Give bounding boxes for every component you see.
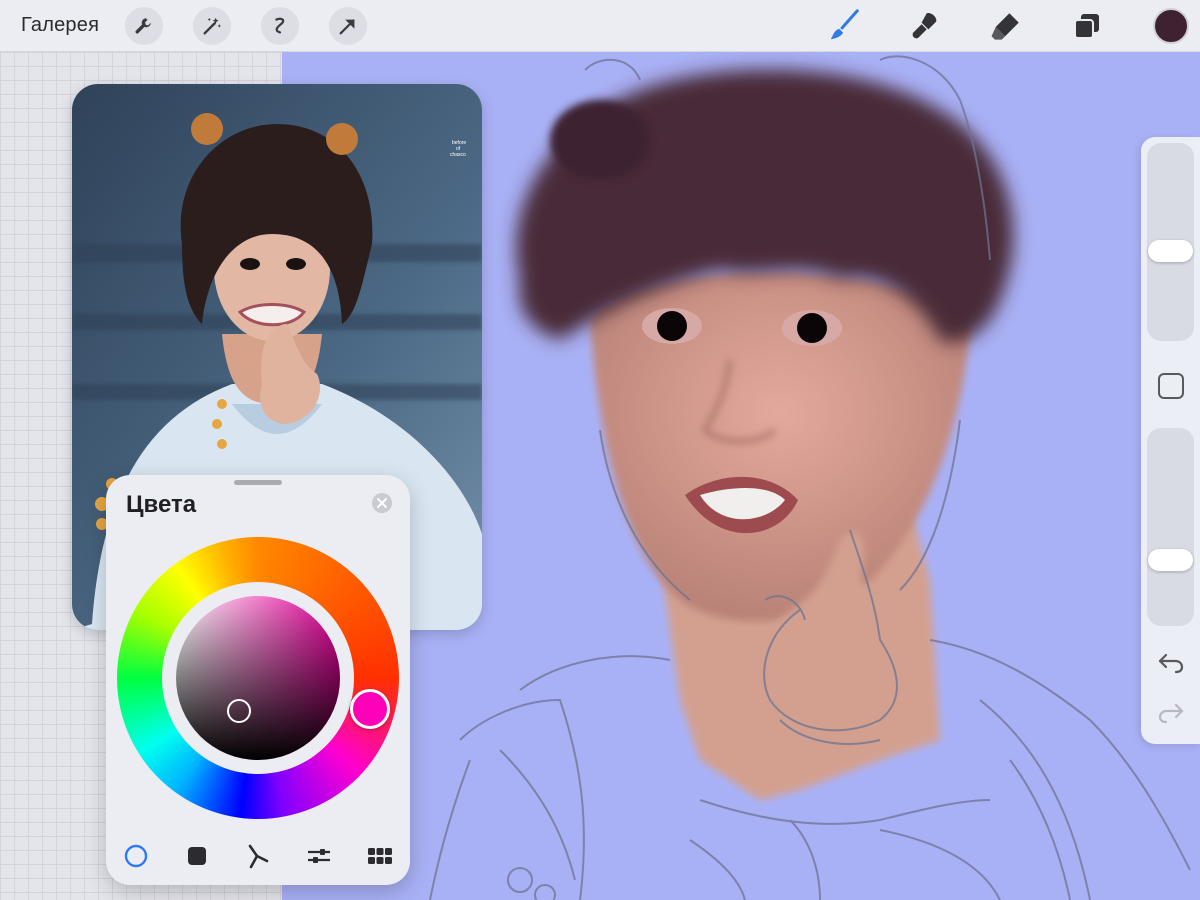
- top-toolbar: Галерея: [0, 0, 1200, 52]
- eraser-icon: [991, 13, 1019, 40]
- transform-arrow-icon: [339, 19, 355, 35]
- panel-grabber[interactable]: [234, 480, 282, 485]
- undo-icon[interactable]: [1157, 652, 1185, 674]
- selection-icon: [275, 17, 285, 34]
- brush-tool-button[interactable]: [824, 6, 864, 46]
- color-mode-tabs: [106, 839, 410, 873]
- actions-button[interactable]: [125, 7, 163, 45]
- tab-classic[interactable]: [180, 839, 214, 873]
- harmony-icon: [248, 844, 269, 869]
- brush-icon: [830, 9, 859, 40]
- panel-title: Цвета: [126, 491, 197, 518]
- layers-icon: [1074, 14, 1099, 39]
- palettes-grid-icon: [368, 848, 392, 864]
- transform-button[interactable]: [329, 7, 367, 45]
- adjustments-button[interactable]: [193, 7, 231, 45]
- close-icon: [377, 498, 387, 508]
- square-modify-icon[interactable]: [1158, 373, 1184, 399]
- layers-button[interactable]: [1067, 6, 1107, 46]
- tab-value[interactable]: [302, 839, 336, 873]
- eraser-tool-button[interactable]: [986, 6, 1026, 46]
- opacity-thumb[interactable]: [1148, 548, 1193, 571]
- gallery-button[interactable]: Галерея: [21, 14, 99, 37]
- selection-button[interactable]: [261, 7, 299, 45]
- current-color-button[interactable]: [1153, 8, 1189, 44]
- opacity-slider[interactable]: [1147, 428, 1194, 626]
- colors-panel: Цвета: [106, 475, 410, 885]
- tab-harmony[interactable]: [241, 839, 275, 873]
- redo-icon[interactable]: [1157, 702, 1185, 724]
- saturation-handle[interactable]: [227, 699, 251, 723]
- tab-palettes[interactable]: [363, 839, 397, 873]
- smudge-tool-button[interactable]: [905, 6, 945, 46]
- hue-handle[interactable]: [350, 689, 390, 729]
- wrench-icon: [135, 18, 151, 34]
- brush-size-thumb[interactable]: [1148, 239, 1193, 262]
- disc-icon: [124, 844, 148, 868]
- side-slider-panel: [1141, 137, 1200, 744]
- smudge-icon: [912, 12, 937, 39]
- saturation-brightness-disc[interactable]: [176, 596, 340, 760]
- classic-square-icon: [188, 847, 206, 865]
- magic-wand-icon: [203, 17, 222, 35]
- brush-size-slider[interactable]: [1147, 143, 1194, 341]
- close-button[interactable]: [372, 493, 392, 513]
- value-sliders-icon: [308, 849, 330, 863]
- disc-shade-layer: [176, 596, 340, 760]
- tab-disc[interactable]: [119, 839, 153, 873]
